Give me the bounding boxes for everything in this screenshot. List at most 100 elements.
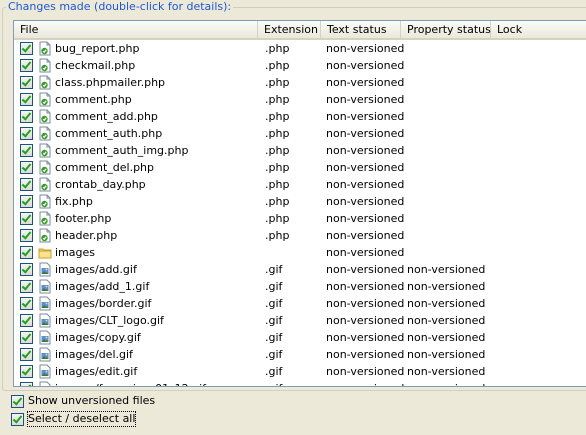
row-checkbox[interactable]	[20, 348, 33, 361]
row-checkbox[interactable]	[20, 195, 33, 208]
table-row[interactable]: footer.php .php non-versioned	[14, 210, 586, 227]
table-row[interactable]: images/CLT_logo.gif .gif non-versioned non-…	[14, 312, 586, 329]
table-row[interactable]: checkmail.php .php non-versioned	[14, 57, 586, 74]
text-status: non-versioned	[326, 76, 405, 89]
property-status: non-versioned	[407, 380, 485, 386]
row-checkbox[interactable]	[20, 314, 33, 327]
file-name: class.phpmailer.php	[55, 76, 166, 89]
table-row[interactable]: comment_del.php .php non-versioned	[14, 159, 586, 176]
row-checkbox[interactable]	[20, 144, 33, 157]
column-header-text-status[interactable]: Text status	[321, 21, 401, 38]
file-extension: .gif	[265, 280, 283, 293]
row-checkbox[interactable]	[20, 229, 33, 242]
php-file-icon	[38, 92, 52, 107]
row-checkbox[interactable]	[20, 76, 33, 89]
column-header-lock[interactable]: Lock	[491, 21, 586, 38]
table-row[interactable]: header.php .php non-versioned	[14, 227, 586, 244]
table-row[interactable]: images/del.gif .gif non-versioned non-versi…	[14, 346, 586, 363]
row-checkbox[interactable]	[20, 59, 33, 72]
row-checkbox[interactable]	[20, 178, 33, 191]
file-name: comment_auth.php	[55, 127, 163, 140]
table-row[interactable]: images/copy.gif .gif non-versioned non-vers…	[14, 329, 586, 346]
table-row[interactable]: comment_auth.php .php non-versioned	[14, 125, 586, 142]
file-name: comment_auth_img.php	[55, 144, 189, 157]
changes-list[interactable]: File Extension Text status Property stat…	[13, 20, 586, 387]
file-name: images/add_1.gif	[55, 280, 150, 293]
file-name: images	[55, 246, 95, 259]
property-status: non-versioned	[407, 280, 486, 293]
table-row[interactable]: crontab_day.php .php non-versioned	[14, 176, 586, 193]
file-extension: .gif	[265, 348, 283, 361]
table-row[interactable]: bug_report.php .php non-versioned	[14, 40, 586, 57]
file-name: images/fwwasion_01_12.gif	[55, 380, 206, 386]
property-status: non-versioned	[407, 331, 486, 344]
table-row[interactable]: images non-versioned	[14, 244, 586, 261]
row-checkbox[interactable]	[20, 127, 33, 140]
php-file-icon	[38, 143, 52, 158]
select-all-checkbox[interactable]	[11, 413, 24, 426]
file-name: bug_report.php	[55, 42, 140, 55]
file-extension: .gif	[265, 380, 282, 386]
table-row[interactable]: images/add.gif .gif non-versioned non-versi…	[14, 261, 586, 278]
table-row[interactable]: class.phpmailer.php .php non-versioned	[14, 74, 586, 91]
table-row[interactable]: images/fwwasion_01_12.gif .gif non-version…	[14, 380, 586, 386]
table-row[interactable]: images/border.gif .gif non-versioned non-ve…	[14, 295, 586, 312]
property-status: non-versioned	[407, 314, 486, 327]
row-checkbox[interactable]	[20, 331, 33, 344]
file-name: images/del.gif	[55, 348, 133, 361]
column-header-extension[interactable]: Extension	[258, 21, 321, 38]
select-all-label[interactable]: Select / deselect all	[26, 411, 137, 427]
text-status: non-versioned	[326, 297, 405, 310]
file-extension: .gif	[265, 331, 283, 344]
column-header-file[interactable]: File	[14, 21, 258, 38]
row-checkbox[interactable]	[20, 42, 33, 55]
text-status: non-versioned	[326, 59, 405, 72]
image-file-icon	[38, 313, 52, 328]
text-status: non-versioned	[326, 348, 405, 361]
row-checkbox[interactable]	[20, 93, 33, 106]
text-status: non-versioned	[326, 178, 405, 191]
property-status: non-versioned	[407, 365, 486, 378]
file-extension: .php	[265, 161, 290, 174]
text-status: non-versioned	[326, 161, 405, 174]
php-file-icon	[38, 211, 52, 226]
show-unversioned-label[interactable]: Show unversioned files	[28, 394, 155, 408]
text-status: non-versioned	[326, 280, 405, 293]
table-row[interactable]: fix.php .php non-versioned	[14, 193, 586, 210]
text-status: non-versioned	[326, 127, 405, 140]
text-status: non-versioned	[326, 365, 405, 378]
file-name: header.php	[55, 229, 118, 242]
list-rows: bug_report.php .php non-versioned checkmail…	[14, 40, 586, 386]
row-checkbox[interactable]	[20, 280, 33, 293]
text-status: non-versioned	[326, 263, 405, 276]
php-file-icon	[38, 41, 52, 56]
row-checkbox[interactable]	[20, 212, 33, 225]
file-name: comment_add.php	[55, 110, 158, 123]
table-row[interactable]: images/add_1.gif .gif non-versioned non-ver…	[14, 278, 586, 295]
row-checkbox[interactable]	[20, 365, 33, 378]
text-status: non-versioned	[326, 195, 405, 208]
text-status: non-versioned	[326, 246, 405, 259]
row-checkbox[interactable]	[20, 297, 33, 310]
image-file-icon	[38, 330, 52, 345]
row-checkbox[interactable]	[20, 161, 33, 174]
table-row[interactable]: comment_add.php .php non-versioned	[14, 108, 586, 125]
file-extension: .php	[265, 229, 290, 242]
image-file-icon	[38, 381, 52, 386]
file-extension: .gif	[265, 263, 283, 276]
php-file-icon	[38, 126, 52, 141]
row-checkbox[interactable]	[20, 110, 33, 123]
property-status: non-versioned	[407, 263, 486, 276]
file-extension: .php	[265, 144, 290, 157]
file-extension: .php	[265, 42, 290, 55]
column-header-property-status[interactable]: Property status	[401, 21, 491, 38]
table-row[interactable]: comment_auth_img.php .php non-versioned	[14, 142, 586, 159]
show-unversioned-checkbox[interactable]	[11, 395, 24, 408]
file-extension: .gif	[265, 314, 283, 327]
row-checkbox[interactable]	[20, 246, 33, 259]
php-file-icon	[38, 58, 52, 73]
table-row[interactable]: comment.php .php non-versioned	[14, 91, 586, 108]
row-checkbox[interactable]	[20, 382, 33, 386]
table-row[interactable]: images/edit.gif .gif non-versioned non-vers…	[14, 363, 586, 380]
row-checkbox[interactable]	[20, 263, 33, 276]
